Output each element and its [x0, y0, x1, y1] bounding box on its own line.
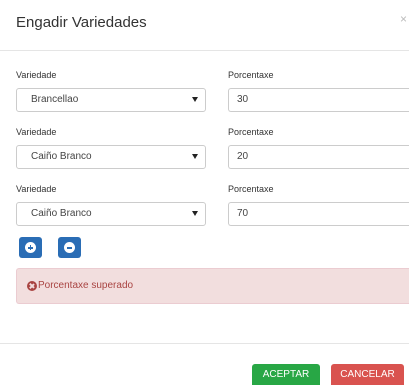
variety-select-value: Caiño Branco — [31, 151, 92, 162]
cancel-button[interactable]: CANCELAR — [331, 364, 404, 385]
header-divider — [0, 50, 409, 51]
percent-input[interactable]: 70 — [228, 202, 409, 226]
chevron-down-icon — [192, 211, 198, 216]
variety-label: Variedade — [16, 127, 57, 137]
chevron-down-icon — [192, 154, 198, 159]
modal-title: Engadir Variedades — [16, 14, 147, 31]
percent-label: Porcentaxe — [228, 127, 274, 137]
minus-circle-icon — [64, 242, 75, 253]
plus-circle-icon — [25, 242, 36, 253]
variety-select[interactable]: Brancellao — [16, 88, 206, 112]
percent-input-value: 20 — [237, 151, 249, 162]
percent-input[interactable]: 30 — [228, 88, 409, 112]
add-row-button[interactable] — [19, 237, 42, 258]
percent-label: Porcentaxe — [228, 184, 274, 194]
error-alert: Porcentaxe superado — [16, 268, 409, 304]
chevron-down-icon — [192, 97, 198, 102]
accept-button[interactable]: ACEPTAR — [252, 364, 320, 385]
variety-select-value: Caiño Branco — [31, 208, 92, 219]
footer-divider — [0, 343, 409, 344]
percent-input-value: 70 — [237, 208, 249, 219]
percent-label: Porcentaxe — [228, 70, 274, 80]
error-message: Porcentaxe superado — [38, 280, 134, 291]
variety-select-value: Brancellao — [31, 94, 79, 105]
close-icon[interactable]: × — [400, 12, 407, 26]
percent-input[interactable]: 20 — [228, 145, 409, 169]
variety-select[interactable]: Caiño Branco — [16, 145, 206, 169]
remove-row-button[interactable] — [58, 237, 81, 258]
add-varieties-modal: Engadir Variedades × Variedade Porcentax… — [0, 0, 409, 385]
percent-input-value: 30 — [237, 94, 249, 105]
variety-label: Variedade — [16, 70, 57, 80]
variety-label: Variedade — [16, 184, 57, 194]
variety-select[interactable]: Caiño Branco — [16, 202, 206, 226]
times-circle-icon — [27, 281, 37, 291]
